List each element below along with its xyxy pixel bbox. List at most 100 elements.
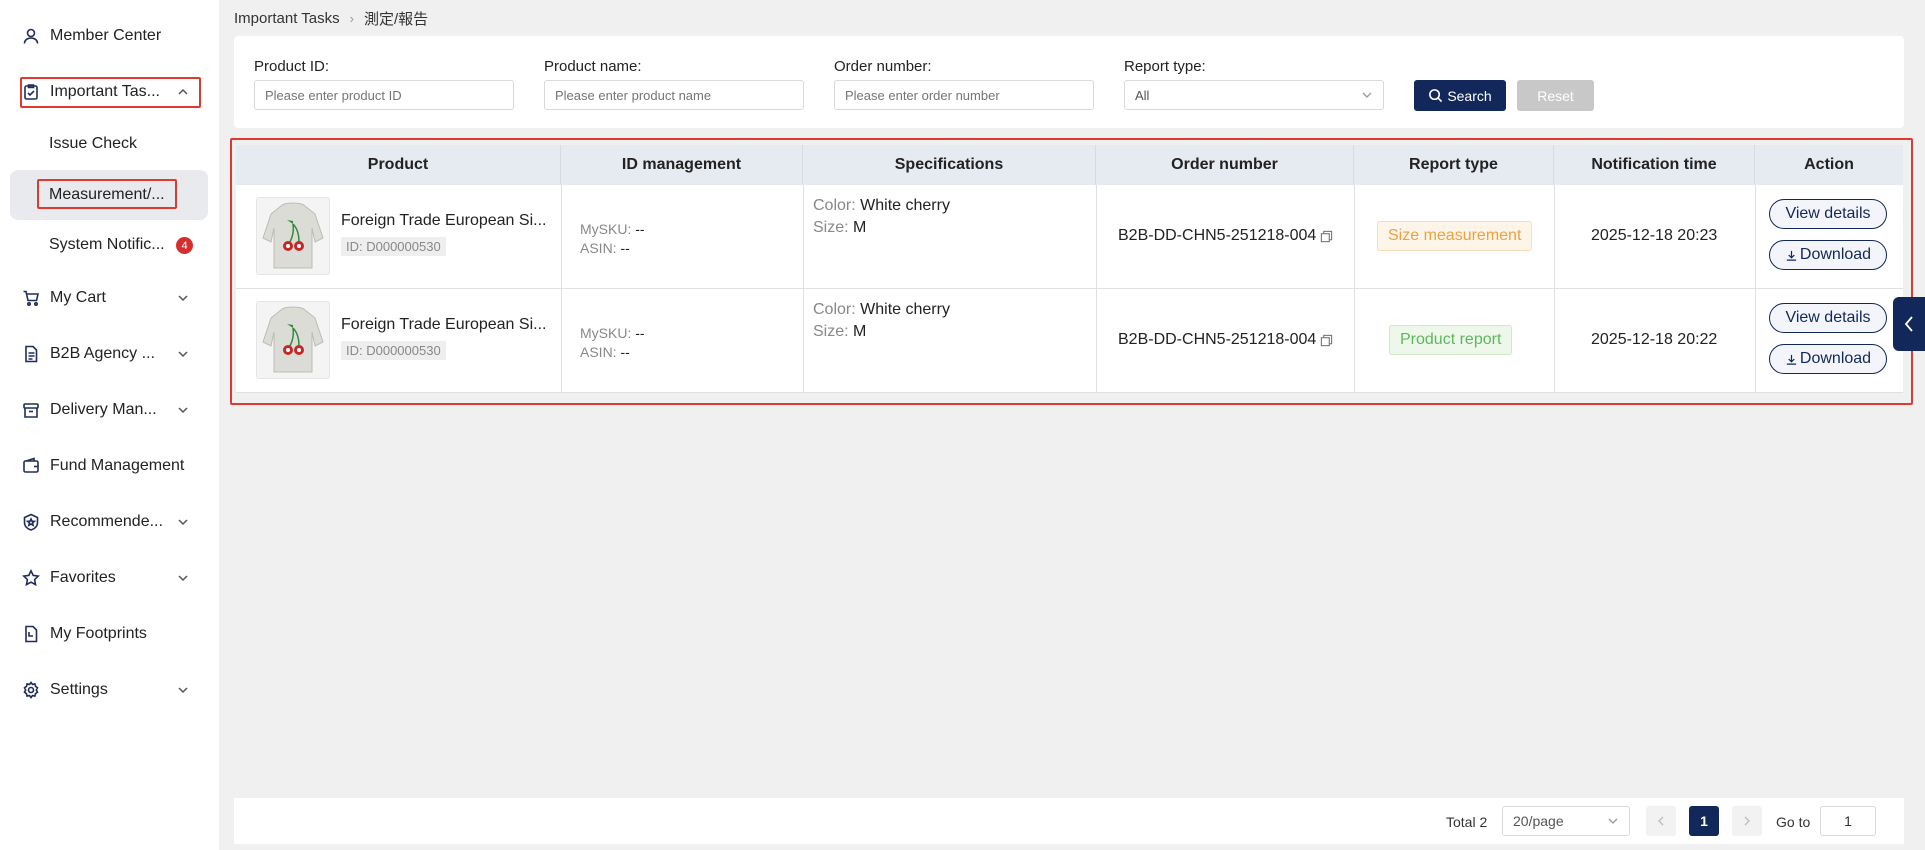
order-number-cell: B2B-DD-CHN5-251218-004 <box>1118 227 1333 245</box>
download-icon <box>1786 250 1797 261</box>
sidebar-item-recommended[interactable]: Recommende... <box>20 502 163 542</box>
product-id: ID: D000000530 <box>341 237 446 256</box>
sidebar-item-member-center[interactable]: Member Center <box>20 16 161 56</box>
filter-panel: Product ID: Product name: Order number: … <box>234 36 1904 128</box>
document-icon <box>20 343 42 365</box>
next-page-button[interactable] <box>1732 806 1762 836</box>
page-button-current[interactable]: 1 <box>1689 806 1719 836</box>
size-spec: Size: M <box>813 219 866 237</box>
reset-button-label: Reset <box>1537 87 1574 104</box>
mysku-value: -- <box>635 325 645 341</box>
sidebar-item-label: My Cart <box>50 289 106 306</box>
chevron-down-icon[interactable] <box>177 516 189 528</box>
sidebar-item-settings[interactable]: Settings <box>20 670 108 710</box>
product-name[interactable]: Foreign Trade European Si... <box>341 316 546 334</box>
sidebar: Member Center Important Tas... Issue Che… <box>0 0 219 850</box>
column-header: Report type <box>1354 145 1554 185</box>
order-number: B2B-DD-CHN5-251218-004 <box>1118 331 1317 348</box>
chevron-down-icon[interactable] <box>177 348 189 360</box>
product-name-input[interactable] <box>544 80 804 110</box>
page-size-value: 20/page <box>1513 813 1564 829</box>
clipboard-check-icon <box>20 81 42 103</box>
asin-value: -- <box>620 344 630 360</box>
sidebar-item-fund-management[interactable]: Fund Management <box>20 446 184 486</box>
chevron-down-icon <box>1608 818 1618 824</box>
download-button[interactable]: Download <box>1769 240 1887 270</box>
sidebar-item-favorites[interactable]: Favorites <box>20 558 116 598</box>
sidebar-subitem-measurement[interactable]: Measurement/... <box>49 186 165 204</box>
sidebar-item-my-cart[interactable]: My Cart <box>20 278 106 318</box>
download-label: Download <box>1799 246 1872 263</box>
order-number-label: Order number: <box>834 58 932 75</box>
reset-button[interactable]: Reset <box>1517 80 1594 111</box>
product-name[interactable]: Foreign Trade European Si... <box>341 212 546 230</box>
column-header: Action <box>1804 156 1854 173</box>
sidebar-item-label: Recommende... <box>50 513 163 530</box>
search-button-label: Search <box>1447 87 1492 104</box>
table-header: Product ID management Specifications Ord… <box>236 145 1903 185</box>
order-number-input[interactable] <box>834 80 1094 110</box>
sidebar-item-b2b-agency[interactable]: B2B Agency ... <box>20 334 155 374</box>
chevron-up-icon[interactable] <box>177 86 189 98</box>
report-type-label: Report type: <box>1124 58 1206 75</box>
sidebar-item-label: Important Tas... <box>50 83 160 100</box>
cell-divider <box>803 185 804 289</box>
product-id: ID: D000000530 <box>341 341 446 360</box>
goto-page-input[interactable]: 1 <box>1820 806 1876 836</box>
user-icon <box>20 25 42 47</box>
chevron-down-icon[interactable] <box>177 684 189 696</box>
sidebar-subitem-issue-check[interactable]: Issue Check <box>49 135 137 153</box>
size-value: M <box>853 219 867 236</box>
sidebar-item-delivery-management[interactable]: Delivery Man... <box>20 390 157 430</box>
notification-time: 2025-12-18 20:22 <box>1591 331 1718 348</box>
sidebar-item-important-tasks[interactable]: Important Tas... <box>20 72 160 112</box>
chevron-down-icon[interactable] <box>177 292 189 304</box>
mysku-label: MySKU: <box>580 221 632 237</box>
cell-divider <box>803 289 804 393</box>
box-icon <box>20 399 42 421</box>
sidebar-item-label: My Footprints <box>50 625 147 642</box>
breadcrumb: Important Tasks › 測定/報告 <box>234 8 428 29</box>
cell-divider <box>1554 289 1555 393</box>
chevron-down-icon[interactable] <box>177 404 189 416</box>
hoodie-image <box>262 306 324 373</box>
cell-divider <box>1755 185 1756 289</box>
report-type-select[interactable]: All <box>1124 80 1384 110</box>
asin-field: ASIN: -- <box>580 344 630 360</box>
product-thumbnail[interactable] <box>256 197 330 275</box>
color-label: Color: <box>813 301 856 318</box>
download-button[interactable]: Download <box>1769 344 1887 374</box>
order-number-cell: B2B-DD-CHN5-251218-004 <box>1118 331 1333 349</box>
copy-icon[interactable] <box>1320 230 1333 243</box>
chevron-down-icon[interactable] <box>177 572 189 584</box>
copy-icon[interactable] <box>1320 334 1333 347</box>
sidebar-item-my-footprints[interactable]: My Footprints <box>20 614 147 654</box>
page-size-select[interactable]: 20/page <box>1502 806 1630 836</box>
sidebar-item-label: Settings <box>50 681 108 698</box>
report-type-value: All <box>1135 87 1150 103</box>
sidebar-item-label: Fund Management <box>50 457 185 474</box>
chevron-left-icon <box>1904 316 1913 332</box>
column-header: ID management <box>561 145 803 185</box>
column-header: Order number <box>1096 145 1354 185</box>
view-details-button[interactable]: View details <box>1769 303 1887 333</box>
asin-label: ASIN: <box>580 240 617 256</box>
cell-divider <box>561 289 562 393</box>
cell-divider <box>1755 289 1756 393</box>
pagination: Total 2 20/page 1 Go to 1 <box>234 798 1904 844</box>
chevron-down-icon <box>1362 92 1372 98</box>
breadcrumb-parent[interactable]: Important Tasks <box>234 10 340 27</box>
product-id-input[interactable] <box>254 80 514 110</box>
pagination-total: Total 2 <box>1446 814 1488 830</box>
sidebar-subitem-system-notifications[interactable]: System Notific... <box>49 236 165 254</box>
view-details-button[interactable]: View details <box>1769 199 1887 229</box>
search-button[interactable]: Search <box>1414 80 1506 111</box>
side-panel-toggle[interactable] <box>1893 297 1925 351</box>
mysku-label: MySKU: <box>580 325 632 341</box>
sidebar-item-label: B2B Agency ... <box>50 345 155 362</box>
wallet-icon <box>20 455 42 477</box>
sidebar-item-label: Favorites <box>50 569 116 586</box>
prev-page-button[interactable] <box>1646 806 1676 836</box>
product-thumbnail[interactable] <box>256 301 330 379</box>
cell-divider <box>1096 185 1097 289</box>
